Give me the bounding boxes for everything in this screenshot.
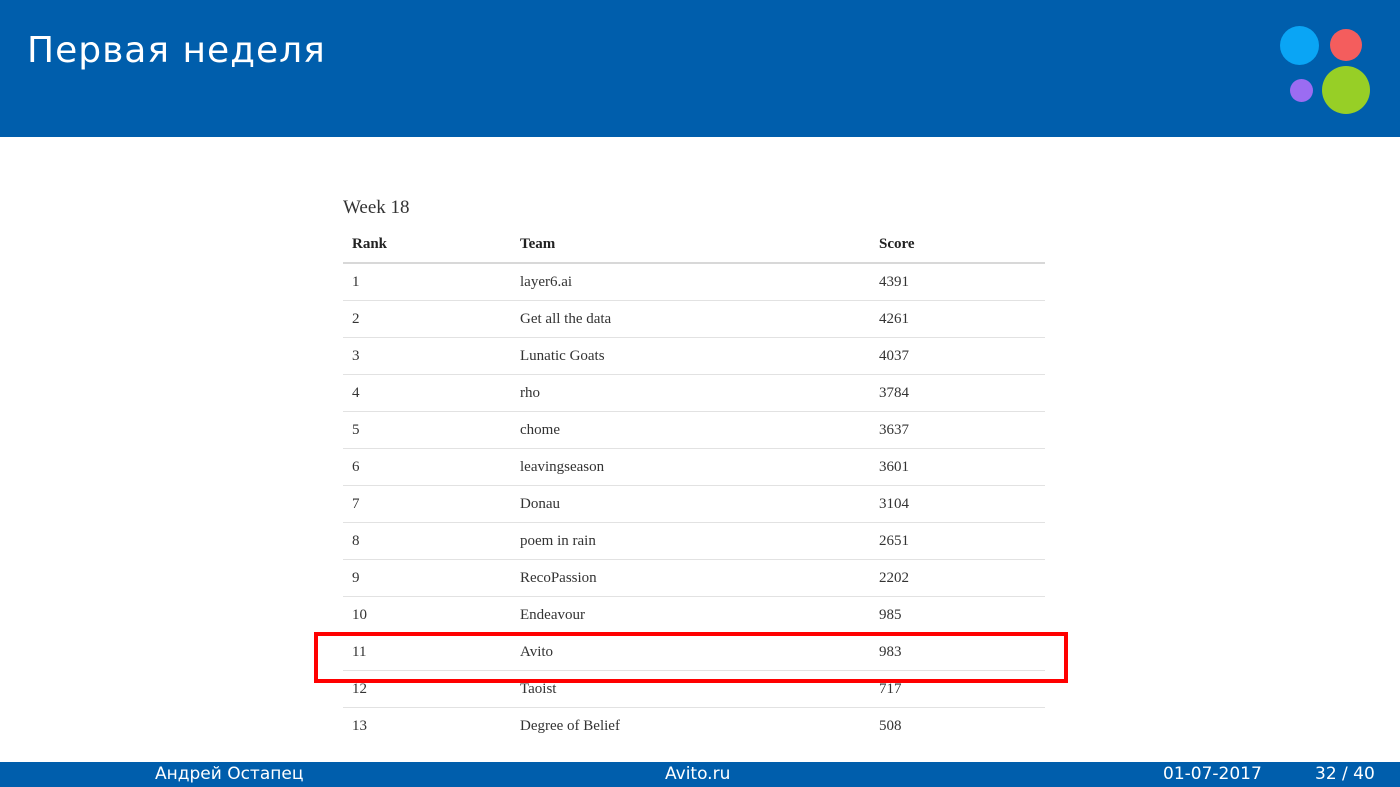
table-row: 2 Get all the data 4261 [343, 300, 1045, 338]
table-row: 12 Taoist 717 [343, 670, 1045, 708]
header-rank: Rank [343, 226, 511, 264]
avito-logo-icon [1276, 22, 1376, 118]
cell-team: Avito [511, 633, 870, 671]
cell-score: 717 [870, 670, 1045, 708]
table-row: 8 poem in rain 2651 [343, 522, 1045, 560]
cell-team: Lunatic Goats [511, 337, 870, 375]
cell-rank: 1 [343, 263, 511, 301]
cell-score: 3784 [870, 374, 1045, 412]
cell-team: Get all the data [511, 300, 870, 338]
table-row: 13 Degree of Belief 508 [343, 708, 1045, 745]
cell-rank: 12 [343, 670, 511, 708]
cell-rank: 3 [343, 337, 511, 375]
footer-organization: Avito.ru [665, 764, 731, 784]
logo-dot-red [1330, 29, 1362, 61]
table-row: 1 layer6.ai 4391 [343, 263, 1045, 301]
table-row: 10 Endeavour 985 [343, 596, 1045, 634]
footer-date: 01-07-2017 [1163, 764, 1262, 784]
logo-dot-green [1322, 66, 1370, 114]
slide-title: Первая неделя [27, 30, 326, 71]
cell-rank: 8 [343, 522, 511, 560]
cell-score: 2651 [870, 522, 1045, 560]
cell-score: 508 [879, 717, 902, 734]
footer-author: Андрей Остапец [155, 764, 304, 784]
cell-team: RecoPassion [511, 559, 870, 597]
table-row: 5 chome 3637 [343, 411, 1045, 449]
cell-team: rho [511, 374, 870, 412]
cell-rank: 11 [343, 633, 511, 671]
table-row: 7 Donau 3104 [343, 485, 1045, 523]
leaderboard-title: Week 18 [343, 197, 410, 218]
cell-score: 985 [870, 596, 1045, 634]
cell-team: Donau [511, 485, 870, 523]
cell-rank: 9 [343, 559, 511, 597]
table-row: 3 Lunatic Goats 4037 [343, 337, 1045, 375]
cell-rank: 10 [343, 596, 511, 634]
header-team: Team [511, 226, 870, 264]
cell-score: 3601 [870, 448, 1045, 486]
table-header-row: Rank Team Score [343, 226, 1045, 264]
table-row-highlighted: 11 Avito 983 [343, 633, 1045, 671]
table-row: 9 RecoPassion 2202 [343, 559, 1045, 597]
cell-score: 2202 [870, 559, 1045, 597]
leaderboard-panel: Week 18 Rank Team Score 1 layer6.ai 4391 2 G… [343, 190, 1045, 744]
slide-header: Первая неделя [0, 0, 1400, 137]
cell-team: Degree of Belief [520, 717, 620, 734]
header-score: Score [870, 226, 1045, 264]
cell-team: Endeavour [511, 596, 870, 634]
cell-rank: 4 [343, 374, 511, 412]
slide-footer: Андрей Остапец Avito.ru 01-07-2017 32 / … [0, 762, 1400, 787]
cell-team: chome [511, 411, 870, 449]
table-row: 6 leavingseason 3601 [343, 448, 1045, 486]
cell-rank: 5 [343, 411, 511, 449]
cell-team: Taoist [511, 670, 870, 708]
cell-team: leavingseason [511, 448, 870, 486]
cell-score: 983 [870, 633, 1045, 671]
cell-team: poem in rain [511, 522, 870, 560]
cell-score: 4261 [870, 300, 1045, 338]
cell-score: 3637 [870, 411, 1045, 449]
cell-rank: 13 [352, 717, 367, 734]
cell-team: layer6.ai [511, 263, 870, 301]
cell-rank: 7 [343, 485, 511, 523]
logo-dot-purple [1290, 79, 1313, 102]
table-row: 4 rho 3784 [343, 374, 1045, 412]
cell-score: 4037 [870, 337, 1045, 375]
cell-score: 4391 [870, 263, 1045, 301]
cell-rank: 2 [343, 300, 511, 338]
logo-dot-blue [1280, 26, 1319, 65]
footer-page-number: 32 / 40 [1315, 764, 1375, 784]
cell-score: 3104 [870, 485, 1045, 523]
leaderboard-table: Rank Team Score 1 layer6.ai 4391 2 Get all t… [343, 226, 1045, 744]
cell-rank: 6 [343, 448, 511, 486]
leaderboard-body: 1 layer6.ai 4391 2 Get all the data 4261 3 Luna… [343, 263, 1045, 744]
